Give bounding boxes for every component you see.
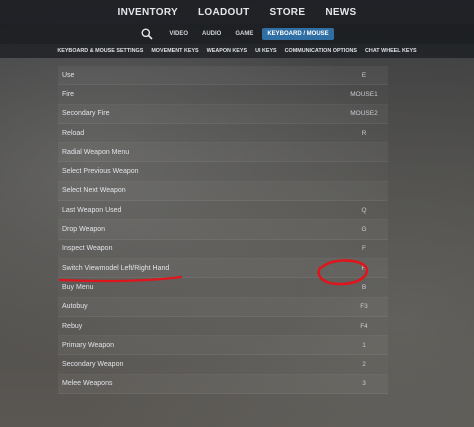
tab-game[interactable]: GAME bbox=[230, 28, 258, 40]
binding-key[interactable]: H bbox=[344, 265, 384, 272]
binding-row[interactable]: Fire MOUSE1 bbox=[58, 85, 388, 105]
category-keyboard-mouse-settings[interactable]: KEYBOARD & MOUSE SETTINGS bbox=[57, 48, 143, 54]
binding-row[interactable]: Select Next Weapon bbox=[58, 181, 388, 202]
binding-key[interactable]: 2 bbox=[344, 361, 384, 368]
settings-tab-bar: VIDEO AUDIO GAME KEYBOARD / MOUSE bbox=[0, 24, 474, 44]
binding-action: Switch Viewmodel Left/Right Hand bbox=[62, 264, 170, 272]
binding-action: Secondary Fire bbox=[62, 110, 110, 118]
binding-key[interactable]: 1 bbox=[344, 342, 384, 349]
nav-news[interactable]: NEWS bbox=[315, 7, 366, 18]
main-nav: INVENTORY LOADOUT STORE NEWS bbox=[0, 0, 474, 24]
binding-key[interactable]: R bbox=[344, 130, 384, 137]
binding-key[interactable]: MOUSE2 bbox=[344, 110, 384, 117]
binding-row-switch-viewmodel[interactable]: Switch Viewmodel Left/Right Hand H bbox=[58, 258, 388, 279]
binding-key[interactable]: F4 bbox=[344, 323, 384, 330]
binding-action: Reload bbox=[62, 129, 85, 137]
binding-row[interactable]: Last Weapon Used Q bbox=[58, 201, 388, 221]
binding-key[interactable]: E bbox=[344, 72, 384, 79]
binding-action: Primary Weapon bbox=[62, 341, 115, 349]
binding-row[interactable]: Secondary Fire MOUSE2 bbox=[58, 104, 388, 124]
binding-row[interactable]: Autobuy F3 bbox=[58, 297, 388, 317]
category-bar: KEYBOARD & MOUSE SETTINGS MOVEMENT KEYS … bbox=[0, 44, 474, 58]
binding-action: Fire bbox=[62, 90, 75, 98]
binding-row[interactable]: Buy Menu B bbox=[58, 278, 388, 298]
binding-row[interactable]: Drop Weapon G bbox=[58, 220, 388, 240]
binding-row[interactable]: Melee Weapons 3 bbox=[58, 374, 388, 395]
binding-action: Buy Menu bbox=[62, 283, 94, 291]
binding-action: Use bbox=[62, 71, 75, 79]
category-ui-keys[interactable]: UI KEYS bbox=[255, 48, 277, 54]
binding-key[interactable]: F3 bbox=[344, 303, 384, 310]
binding-action: Radial Weapon Menu bbox=[62, 148, 130, 156]
nav-inventory[interactable]: INVENTORY bbox=[107, 7, 188, 18]
binding-action: Secondary Weapon bbox=[62, 361, 124, 369]
binding-row[interactable]: Inspect Weapon F bbox=[58, 240, 388, 259]
search-icon[interactable] bbox=[140, 27, 154, 41]
binding-key[interactable]: Q bbox=[344, 207, 384, 214]
category-chat-wheel-keys[interactable]: CHAT WHEEL KEYS bbox=[365, 48, 417, 54]
binding-key[interactable]: MOUSE1 bbox=[344, 91, 384, 98]
binding-row[interactable]: Use E bbox=[58, 66, 388, 86]
tab-video[interactable]: VIDEO bbox=[164, 28, 193, 40]
category-movement-keys[interactable]: MOVEMENT KEYS bbox=[151, 48, 198, 54]
binding-action: Drop Weapon bbox=[62, 226, 106, 234]
nav-loadout[interactable]: LOADOUT bbox=[188, 7, 260, 18]
tab-keyboard-mouse[interactable]: KEYBOARD / MOUSE bbox=[262, 28, 334, 40]
key-binding-list: Use E Fire MOUSE1 Secondary Fire MOUSE2 Rel… bbox=[58, 66, 388, 395]
binding-action: Select Next Weapon bbox=[62, 187, 126, 195]
binding-row[interactable]: Radial Weapon Menu bbox=[58, 143, 388, 163]
binding-action: Rebuy bbox=[62, 322, 83, 330]
category-weapon-keys[interactable]: WEAPON KEYS bbox=[207, 48, 247, 54]
binding-row[interactable]: Secondary Weapon 2 bbox=[58, 355, 388, 375]
binding-action: Select Previous Weapon bbox=[62, 168, 139, 176]
binding-key[interactable]: B bbox=[344, 284, 384, 291]
binding-row[interactable]: Primary Weapon 1 bbox=[58, 336, 388, 356]
binding-row[interactable]: Rebuy F4 bbox=[58, 317, 388, 337]
category-communication-options[interactable]: COMMUNICATION OPTIONS bbox=[285, 48, 357, 54]
binding-action: Inspect Weapon bbox=[62, 245, 113, 253]
binding-key[interactable]: F bbox=[344, 245, 384, 252]
binding-action: Last Weapon Used bbox=[62, 206, 122, 214]
binding-key[interactable]: 3 bbox=[344, 380, 384, 387]
binding-key[interactable]: G bbox=[344, 226, 384, 233]
binding-row[interactable]: Select Previous Weapon bbox=[58, 162, 388, 182]
binding-action: Autobuy bbox=[62, 303, 88, 311]
binding-row[interactable]: Reload R bbox=[58, 124, 388, 144]
binding-action: Melee Weapons bbox=[62, 380, 113, 388]
nav-store[interactable]: STORE bbox=[260, 7, 316, 18]
tab-audio[interactable]: AUDIO bbox=[197, 28, 226, 40]
